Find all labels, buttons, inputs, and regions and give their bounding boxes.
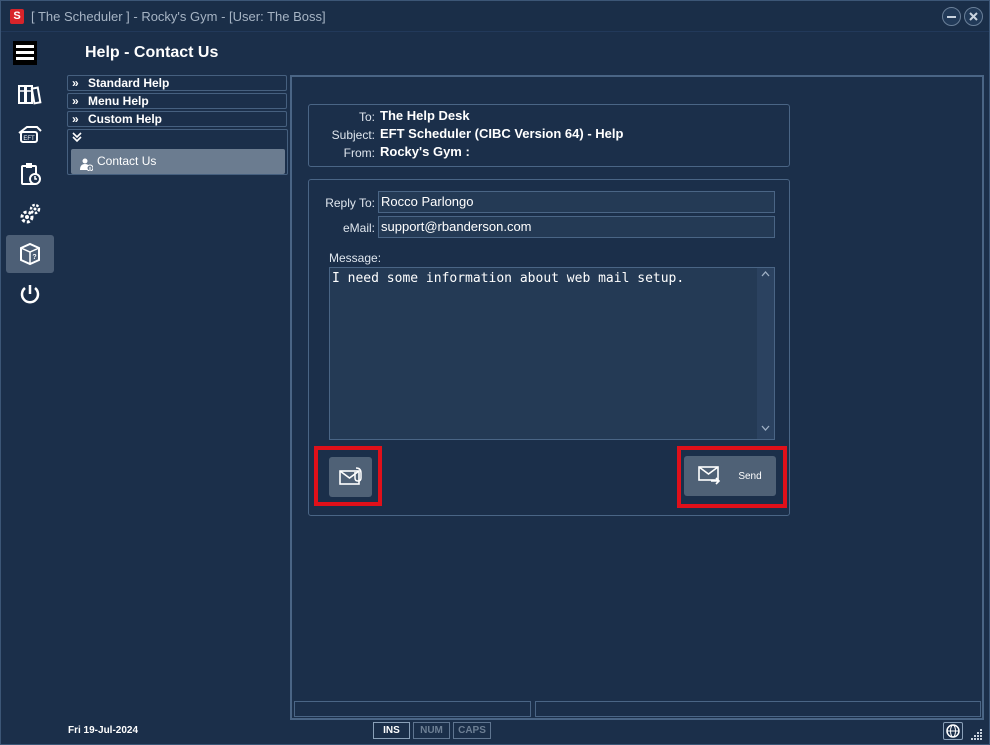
send-button[interactable]: Send: [684, 456, 776, 496]
minimize-icon[interactable]: [942, 7, 961, 26]
status-field-right: [535, 701, 981, 717]
double-chevron-right-icon: »: [72, 112, 79, 126]
app-logo-icon: S: [10, 9, 24, 24]
message-text: I need some information about web mail s…: [332, 271, 685, 286]
message-textarea[interactable]: I need some information about web mail s…: [329, 267, 775, 440]
globe-icon[interactable]: [943, 722, 963, 740]
double-chevron-right-icon: »: [72, 94, 79, 108]
status-field-left: [294, 701, 531, 717]
num-key-indicator: NUM: [413, 722, 450, 739]
svg-text:EFT: EFT: [23, 136, 35, 142]
tree-item-label: Standard Help: [88, 76, 170, 90]
scroll-down-icon[interactable]: [761, 424, 770, 435]
status-date: Fri 19-Jul-2024: [68, 725, 139, 736]
tree-item-label: Contact Us: [97, 154, 157, 168]
eft-payment-icon[interactable]: EFT: [6, 115, 54, 153]
subject-value: EFT Scheduler (CIBC Version 64) - Help: [380, 126, 624, 141]
message-form: Reply To: Rocco Parlongo eMail: support@…: [308, 179, 790, 516]
close-icon[interactable]: [964, 7, 983, 26]
app-window: S [ The Scheduler ] - Rocky's Gym - [Use…: [0, 0, 990, 745]
help-box-icon[interactable]: ?: [6, 235, 54, 273]
tree-item-label: Menu Help: [88, 94, 149, 108]
books-icon[interactable]: [6, 75, 54, 113]
ins-key-indicator: INS: [373, 722, 410, 739]
reply-to-field[interactable]: Rocco Parlongo: [378, 191, 775, 213]
tree-item-custom-help[interactable]: » Custom Help: [67, 111, 287, 127]
window-title: [ The Scheduler ] - Rocky's Gym - [User:…: [31, 9, 326, 24]
from-value: Rocky's Gym :: [380, 144, 470, 159]
tree-item-standard-help[interactable]: » Standard Help: [67, 75, 287, 91]
gears-icon[interactable]: [6, 195, 54, 233]
menu-icon[interactable]: [13, 41, 37, 65]
subject-label: Subject:: [331, 128, 375, 142]
email-label: eMail:: [342, 221, 375, 235]
tree-item-label: Custom Help: [88, 112, 163, 126]
scroll-up-icon[interactable]: [761, 270, 770, 281]
from-label: From:: [343, 146, 375, 160]
message-scrollbar[interactable]: [757, 268, 774, 439]
mail-attach-icon: [338, 466, 363, 489]
resize-grip-icon[interactable]: [969, 727, 983, 740]
person-info-icon: [80, 155, 94, 180]
header-box: To: The Help Desk Subject: EFT Scheduler…: [308, 104, 790, 167]
tree-group-expanded: Contact Us: [67, 129, 288, 175]
caps-key-indicator: CAPS: [453, 722, 491, 739]
tree-item-menu-help[interactable]: » Menu Help: [67, 93, 287, 109]
attach-mail-button[interactable]: [329, 457, 372, 497]
message-label: Message:: [329, 251, 382, 265]
to-value: The Help Desk: [380, 108, 470, 123]
main-panel: To: The Help Desk Subject: EFT Scheduler…: [290, 75, 984, 720]
tree-item-contact-us[interactable]: Contact Us: [71, 149, 285, 174]
send-mail-icon: [698, 465, 722, 488]
power-icon[interactable]: [6, 275, 54, 313]
title-bar: S [ The Scheduler ] - Rocky's Gym - [Use…: [1, 1, 989, 32]
to-label: To:: [358, 110, 375, 124]
svg-text:?: ?: [32, 254, 36, 261]
double-chevron-down-icon[interactable]: [72, 130, 82, 147]
send-label: Send: [738, 470, 762, 482]
double-chevron-right-icon: »: [72, 76, 79, 90]
page-title: Help - Contact Us: [85, 44, 219, 61]
email-field[interactable]: support@rbanderson.com: [378, 216, 775, 238]
reply-to-label: Reply To:: [325, 196, 375, 210]
clipboard-icon[interactable]: [6, 155, 54, 193]
